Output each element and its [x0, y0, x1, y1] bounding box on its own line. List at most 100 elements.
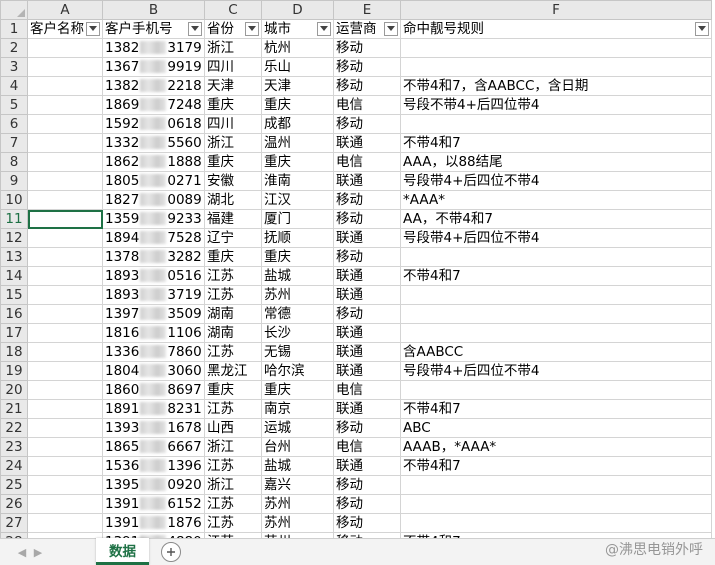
cell-customer-name[interactable] — [27, 57, 103, 77]
cell-carrier[interactable]: 联通 — [333, 323, 401, 343]
cell-customer-name[interactable] — [27, 152, 103, 172]
cell-customer-name[interactable] — [27, 209, 103, 229]
cell-carrier[interactable]: 移动 — [333, 209, 401, 229]
cell-city[interactable]: 成都 — [261, 114, 334, 134]
cell-customer-name[interactable] — [27, 171, 103, 191]
cell-carrier[interactable]: 电信 — [333, 437, 401, 457]
row-number[interactable]: 9 — [0, 171, 28, 191]
filter-dropdown-button[interactable] — [86, 22, 100, 36]
cell-rule[interactable]: AAAB，*AAA* — [400, 437, 712, 457]
cell-province[interactable]: 天津 — [204, 76, 262, 96]
cell-customer-name[interactable] — [27, 304, 103, 324]
cell-phone[interactable]: 1336 7860 — [102, 342, 205, 362]
row-number[interactable]: 7 — [0, 133, 28, 153]
header-cell[interactable]: 城市 — [261, 19, 334, 39]
cell-province[interactable]: 福建 — [204, 209, 262, 229]
row-number[interactable]: 21 — [0, 399, 28, 419]
cell-rule[interactable] — [400, 380, 712, 400]
cell-phone[interactable]: 1391 1876 — [102, 513, 205, 533]
cell-city[interactable]: 苏州 — [261, 494, 334, 514]
row-number[interactable]: 5 — [0, 95, 28, 115]
cell-city[interactable]: 重庆 — [261, 380, 334, 400]
cell-province[interactable]: 四川 — [204, 114, 262, 134]
column-letter[interactable]: C — [204, 0, 262, 20]
cell-city[interactable]: 杭州 — [261, 38, 334, 58]
cell-province[interactable]: 辽宁 — [204, 228, 262, 248]
cell-city[interactable]: 厦门 — [261, 209, 334, 229]
cell-phone[interactable]: 1816 1106 — [102, 323, 205, 343]
cell-province[interactable]: 山西 — [204, 418, 262, 438]
cell-city[interactable]: 苏州 — [261, 513, 334, 533]
cell-province[interactable]: 浙江 — [204, 475, 262, 495]
cell-customer-name[interactable] — [27, 399, 103, 419]
column-letter[interactable]: B — [102, 0, 205, 20]
cell-customer-name[interactable] — [27, 513, 103, 533]
cell-carrier[interactable]: 联通 — [333, 133, 401, 153]
cell-customer-name[interactable] — [27, 285, 103, 305]
cell-customer-name[interactable] — [27, 95, 103, 115]
cell-customer-name[interactable] — [27, 323, 103, 343]
next-sheet-icon[interactable]: ▶ — [30, 540, 46, 564]
cell-city[interactable]: 盐城 — [261, 456, 334, 476]
cell-carrier[interactable]: 移动 — [333, 57, 401, 77]
row-number[interactable]: 13 — [0, 247, 28, 267]
cell-carrier[interactable]: 移动 — [333, 418, 401, 438]
cell-rule[interactable] — [400, 323, 712, 343]
cell-city[interactable]: 常德 — [261, 304, 334, 324]
cell-customer-name[interactable] — [27, 133, 103, 153]
row-number[interactable]: 16 — [0, 304, 28, 324]
cell-rule[interactable]: 号段带4+后四位不带4 — [400, 171, 712, 191]
cell-phone[interactable]: 1378 3282 — [102, 247, 205, 267]
cell-rule[interactable]: 号段带4+后四位不带4 — [400, 228, 712, 248]
cell-province[interactable]: 重庆 — [204, 380, 262, 400]
cell-city[interactable]: 江汉 — [261, 190, 334, 210]
cell-rule[interactable] — [400, 494, 712, 514]
row-number[interactable]: 25 — [0, 475, 28, 495]
cell-carrier[interactable]: 联通 — [333, 399, 401, 419]
cell-customer-name[interactable] — [27, 190, 103, 210]
cell-carrier[interactable]: 联通 — [333, 228, 401, 248]
add-sheet-button[interactable] — [161, 542, 181, 562]
cell-province[interactable]: 江苏 — [204, 494, 262, 514]
row-number[interactable]: 18 — [0, 342, 28, 362]
row-number[interactable]: 12 — [0, 228, 28, 248]
filter-dropdown-button[interactable] — [695, 22, 709, 36]
cell-city[interactable]: 嘉兴 — [261, 475, 334, 495]
cell-phone[interactable]: 1382 3179 — [102, 38, 205, 58]
cell-city[interactable]: 盐城 — [261, 266, 334, 286]
column-letter[interactable]: D — [261, 0, 334, 20]
header-cell[interactable]: 运营商 — [333, 19, 401, 39]
cell-rule[interactable]: ABC — [400, 418, 712, 438]
column-letter[interactable]: F — [400, 0, 712, 20]
cell-carrier[interactable]: 移动 — [333, 494, 401, 514]
cell-phone[interactable]: 1893 3719 — [102, 285, 205, 305]
cell-province[interactable]: 重庆 — [204, 95, 262, 115]
cell-customer-name[interactable] — [27, 247, 103, 267]
cell-carrier[interactable]: 电信 — [333, 95, 401, 115]
row-number[interactable]: 3 — [0, 57, 28, 77]
row-number[interactable]: 24 — [0, 456, 28, 476]
cell-rule[interactable]: AA，不带4和7 — [400, 209, 712, 229]
cell-customer-name[interactable] — [27, 380, 103, 400]
cell-province[interactable]: 浙江 — [204, 437, 262, 457]
cell-province[interactable]: 重庆 — [204, 152, 262, 172]
cell-rule[interactable]: 不带4和7 — [400, 456, 712, 476]
cell-phone[interactable]: 1862 1888 — [102, 152, 205, 172]
cell-phone[interactable]: 1893 0516 — [102, 266, 205, 286]
cell-phone[interactable]: 1804 3060 — [102, 361, 205, 381]
row-number[interactable]: 15 — [0, 285, 28, 305]
row-number[interactable]: 11 — [0, 209, 28, 229]
cell-province[interactable]: 江苏 — [204, 285, 262, 305]
row-number[interactable]: 4 — [0, 76, 28, 96]
cell-rule[interactable] — [400, 513, 712, 533]
cell-city[interactable]: 运城 — [261, 418, 334, 438]
cell-phone[interactable]: 1536 1396 — [102, 456, 205, 476]
cell-city[interactable]: 哈尔滨 — [261, 361, 334, 381]
cell-city[interactable]: 抚顺 — [261, 228, 334, 248]
row-number[interactable]: 22 — [0, 418, 28, 438]
row-number[interactable]: 26 — [0, 494, 28, 514]
column-letter[interactable]: A — [27, 0, 103, 20]
row-number[interactable]: 17 — [0, 323, 28, 343]
cell-city[interactable]: 淮南 — [261, 171, 334, 191]
cell-province[interactable]: 黑龙江 — [204, 361, 262, 381]
